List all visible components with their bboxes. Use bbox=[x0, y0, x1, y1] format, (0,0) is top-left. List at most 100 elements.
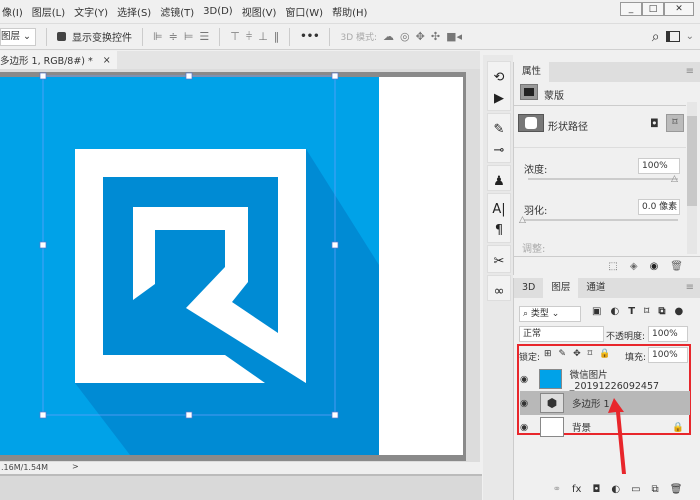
chevron-down-icon[interactable]: ⌄ bbox=[686, 31, 694, 42]
new-group-icon[interactable]: ▭ bbox=[631, 484, 640, 495]
lock-transparent-icon[interactable]: ⊞ bbox=[544, 349, 552, 359]
filter-type-icon[interactable]: T bbox=[628, 306, 635, 317]
lock-all-icon[interactable]: 🔒 bbox=[599, 349, 610, 359]
align-right-icon[interactable]: ⊨ bbox=[184, 30, 194, 43]
brush-settings-icon[interactable]: ⊸ bbox=[494, 143, 505, 158]
lock-image-icon[interactable]: ✎ bbox=[559, 349, 567, 359]
transform-handle[interactable] bbox=[39, 411, 47, 419]
menu-select[interactable]: 选择(S) bbox=[117, 4, 151, 19]
filter-toggle-icon[interactable]: ● bbox=[675, 306, 684, 317]
menu-3d[interactable]: 3D(D) bbox=[203, 6, 233, 17]
menu-filter[interactable]: 滤镜(T) bbox=[160, 4, 194, 19]
history-icon[interactable]: ⟲ bbox=[494, 70, 505, 85]
density-slider[interactable] bbox=[528, 178, 678, 180]
status-menu-arrow[interactable]: > bbox=[72, 462, 79, 471]
adjustment-layer-icon[interactable]: ◐ bbox=[611, 484, 620, 495]
filter-adjustment-icon[interactable]: ◐ bbox=[610, 306, 619, 317]
new-layer-icon[interactable]: ⧉ bbox=[652, 484, 659, 495]
transform-handle[interactable] bbox=[331, 411, 339, 419]
distribute-vertical-icon[interactable]: ‖ bbox=[274, 30, 280, 43]
orbit-icon[interactable]: ☁ bbox=[383, 30, 394, 43]
delete-mask-icon[interactable]: 🗑 bbox=[670, 261, 683, 272]
align-bottom-icon[interactable]: ⊥ bbox=[258, 30, 268, 43]
auto-select-dropdown[interactable]: 图层 ⌄ bbox=[0, 27, 36, 46]
feather-slider[interactable] bbox=[524, 219, 678, 221]
search-icon[interactable]: ⌕ bbox=[652, 29, 660, 45]
link-layers-icon[interactable]: ⚭ bbox=[553, 484, 561, 495]
brush-icon[interactable]: ✎ bbox=[494, 122, 505, 137]
visibility-eye-icon[interactable]: ◉ bbox=[650, 261, 659, 272]
clone-source-icon[interactable]: ♟ bbox=[493, 174, 505, 189]
select-path-icon[interactable]: ⌑ bbox=[666, 114, 684, 132]
properties-scrollbar[interactable] bbox=[687, 102, 697, 254]
slide-icon[interactable]: ✣ bbox=[431, 30, 440, 43]
close-button[interactable]: ✕ bbox=[664, 2, 694, 16]
menu-type[interactable]: 文字(Y) bbox=[74, 4, 108, 19]
fill-input[interactable]: 100% bbox=[648, 347, 688, 363]
tab-document[interactable]: 多边形 1, RGB/8#) * × bbox=[0, 51, 117, 69]
tab-3d[interactable]: 3D bbox=[514, 278, 543, 298]
opacity-input[interactable]: 100% bbox=[648, 326, 688, 342]
roll-icon[interactable]: ◎ bbox=[400, 30, 410, 43]
menu-window[interactable]: 窗口(W) bbox=[285, 4, 323, 19]
pan-icon[interactable]: ✥ bbox=[416, 30, 425, 43]
actions-play-icon[interactable]: ▶ bbox=[494, 91, 504, 106]
camera-icon[interactable]: ■◂ bbox=[446, 30, 462, 43]
eye-icon[interactable]: ◉ bbox=[520, 422, 540, 433]
tab-layers[interactable]: 图层 bbox=[543, 278, 579, 298]
align-center-icon[interactable]: ≑ bbox=[169, 30, 178, 43]
transform-handle[interactable] bbox=[331, 241, 339, 249]
add-mask-icon[interactable]: ◘ bbox=[650, 117, 659, 130]
panel-menu-icon[interactable]: ≡ bbox=[686, 66, 694, 77]
add-mask-icon[interactable]: ◘ bbox=[592, 484, 600, 495]
creative-cloud-icon[interactable]: ∞ bbox=[494, 284, 505, 299]
transform-handle[interactable] bbox=[39, 241, 47, 249]
load-selection-icon[interactable]: ⬚ bbox=[608, 261, 617, 272]
lock-artboard-icon[interactable]: ⌑ bbox=[588, 349, 593, 359]
tool-presets-icon[interactable]: ✂ bbox=[494, 254, 505, 269]
maximize-button[interactable]: □ bbox=[642, 2, 664, 16]
density-input[interactable]: 100% bbox=[638, 158, 680, 174]
feather-input[interactable]: 0.0 像素 bbox=[638, 199, 680, 215]
fx-icon[interactable]: fx bbox=[572, 484, 581, 495]
eye-icon[interactable]: ◉ bbox=[520, 374, 539, 385]
show-transform-checkbox[interactable] bbox=[57, 32, 66, 41]
close-tab-icon[interactable]: × bbox=[103, 55, 111, 66]
distribute-icon[interactable]: ☰ bbox=[199, 30, 209, 43]
tab-channels[interactable]: 通道 bbox=[578, 278, 613, 298]
apply-mask-icon[interactable]: ◈ bbox=[630, 261, 638, 272]
align-middle-icon[interactable]: ⫩ bbox=[246, 30, 252, 44]
menu-view[interactable]: 视图(V) bbox=[242, 4, 277, 19]
transform-handle[interactable] bbox=[39, 72, 47, 80]
menu-image[interactable]: 像(I) bbox=[2, 4, 23, 19]
align-top-icon[interactable]: ⊤ bbox=[230, 30, 240, 43]
layer-row[interactable]: ◉ 微信图片_20191226092457 bbox=[520, 367, 690, 392]
filter-smart-object-icon[interactable]: ⧉ bbox=[658, 306, 665, 317]
canvas-area[interactable] bbox=[0, 69, 480, 462]
filter-kind-dropdown[interactable]: ⌕ 类型 ⌄ bbox=[519, 306, 581, 322]
transform-handle[interactable] bbox=[185, 411, 193, 419]
paragraph-icon[interactable]: ¶ bbox=[495, 223, 503, 238]
lock-position-icon[interactable]: ✥ bbox=[573, 349, 581, 359]
mask-icon[interactable] bbox=[520, 84, 538, 100]
transform-handle[interactable] bbox=[185, 72, 193, 80]
transform-handle[interactable] bbox=[331, 72, 339, 80]
feather-slider-handle[interactable]: △ bbox=[519, 215, 526, 225]
workspace-icon[interactable] bbox=[665, 31, 680, 42]
panel-menu-icon[interactable]: ≡ bbox=[686, 282, 694, 293]
filter-pixel-icon[interactable]: ▣ bbox=[592, 306, 601, 317]
eye-icon[interactable]: ◉ bbox=[520, 398, 540, 409]
align-left-icon[interactable]: ⊫ bbox=[153, 30, 163, 43]
document-canvas[interactable] bbox=[0, 69, 480, 462]
divider bbox=[289, 27, 291, 46]
delete-layer-icon[interactable]: 🗑 bbox=[670, 484, 683, 495]
character-icon[interactable]: A| bbox=[492, 202, 505, 217]
filter-shape-icon[interactable]: ⌑ bbox=[644, 306, 649, 317]
blend-mode-dropdown[interactable]: 正常 bbox=[519, 326, 604, 342]
menu-layer[interactable]: 图层(L) bbox=[32, 4, 65, 19]
menu-help[interactable]: 帮助(H) bbox=[332, 4, 367, 19]
tab-properties[interactable]: 属性 bbox=[514, 62, 550, 82]
minimize-button[interactable]: _ bbox=[620, 2, 642, 16]
density-slider-handle[interactable]: △ bbox=[671, 174, 678, 184]
more-button[interactable]: ••• bbox=[300, 31, 319, 42]
